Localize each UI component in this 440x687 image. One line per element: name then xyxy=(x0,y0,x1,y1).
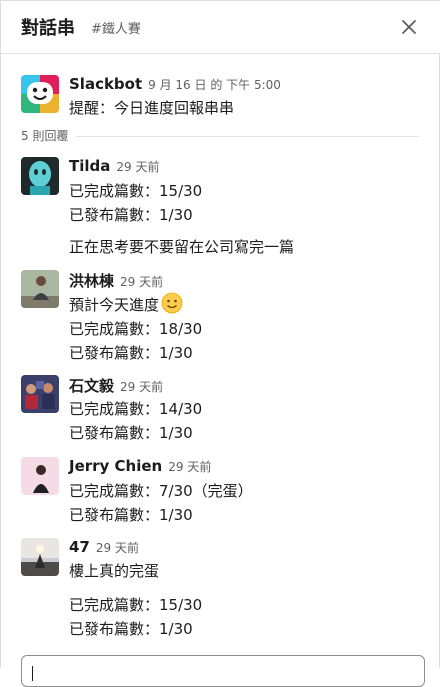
message-line: 正在思考要不要留在公司寫完一篇 xyxy=(69,238,295,256)
message-line: 已發布篇數：1/30 xyxy=(69,424,193,442)
slackbot-avatar[interactable] xyxy=(21,75,59,113)
message-timestamp[interactable]: 29 天前 xyxy=(120,380,163,394)
message-line: 已發布篇數：1/30 xyxy=(69,506,193,524)
message-line: 已發布篇數：1/30 xyxy=(69,344,193,362)
reply-count-divider: 5 則回覆 xyxy=(21,127,421,144)
thread-title: 對話串 xyxy=(21,18,75,39)
message-author[interactable]: Jerry Chien 29 天前 xyxy=(69,457,211,475)
avatar[interactable] xyxy=(21,157,59,195)
slackbot-logo-icon xyxy=(21,75,59,113)
avatar[interactable] xyxy=(21,270,59,308)
avatar[interactable] xyxy=(21,457,59,495)
channel-link[interactable]: #鐵人賽 xyxy=(91,18,141,37)
thread-panel: 對話串 #鐵人賽 Slackbot 9 月 16 日 的 下午 5:00 提醒：… xyxy=(0,0,440,687)
user-avatar-image xyxy=(21,457,59,495)
user-avatar-image xyxy=(21,157,59,195)
message-author[interactable]: 47 29 天前 xyxy=(69,538,139,556)
text-cursor xyxy=(32,666,33,681)
reply-count-label: 5 則回覆 xyxy=(21,127,77,144)
message-author[interactable]: Slackbot 9 月 16 日 的 下午 5:00 xyxy=(69,75,281,93)
message-author[interactable]: 石文毅 29 天前 xyxy=(69,375,163,396)
message-author[interactable]: Tilda 29 天前 xyxy=(69,157,159,175)
message-line: 已完成篇數：15/30 xyxy=(69,182,203,200)
message-line: 已發布篇數：1/30 xyxy=(69,206,193,224)
thread-header: 對話串 #鐵人賽 xyxy=(1,1,440,54)
avatar[interactable] xyxy=(21,538,59,576)
message-timestamp[interactable]: 9 月 16 日 的 下午 5:00 xyxy=(148,78,281,92)
user-avatar-image xyxy=(21,538,59,576)
close-thread-button[interactable] xyxy=(397,15,421,39)
user-avatar-image xyxy=(21,270,59,308)
reply-input[interactable] xyxy=(21,655,425,687)
message-timestamp[interactable]: 29 天前 xyxy=(96,541,139,555)
divider-line xyxy=(21,136,419,137)
message-author[interactable]: 洪林棟 29 天前 xyxy=(69,270,163,291)
avatar[interactable] xyxy=(21,375,59,413)
message-timestamp[interactable]: 29 天前 xyxy=(116,160,159,174)
message-timestamp[interactable]: 29 天前 xyxy=(168,460,211,474)
message-line: 預計今天進度 xyxy=(69,292,183,315)
slightly-smiling-face-icon xyxy=(161,292,183,314)
message-line: 已完成篇數：15/30 xyxy=(69,596,203,614)
message-timestamp[interactable]: 29 天前 xyxy=(120,275,163,289)
message-line: 已發布篇數：1/30 xyxy=(69,620,193,638)
message-line: 已完成篇數：7/30（完蛋） xyxy=(69,482,253,500)
close-icon xyxy=(402,20,416,34)
message-text: 提醒：今日進度回報串串 xyxy=(69,99,235,117)
message-line: 已完成篇數：18/30 xyxy=(69,320,203,338)
user-avatar-image xyxy=(21,375,59,413)
message-line: 已完成篇數：14/30 xyxy=(69,400,203,418)
message-line: 樓上真的完蛋 xyxy=(69,562,160,580)
